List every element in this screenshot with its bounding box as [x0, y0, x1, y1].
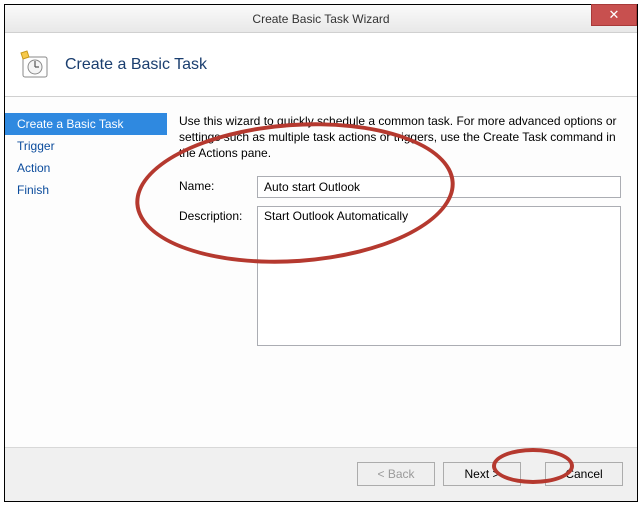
cancel-button[interactable]: Cancel	[545, 462, 623, 486]
wizard-steps-sidebar: Create a Basic Task Trigger Action Finis…	[5, 97, 167, 447]
wizard-icon	[19, 49, 51, 81]
step-label: Finish	[17, 183, 49, 197]
close-button[interactable]: ✕	[591, 4, 637, 26]
wizard-body: Create a Basic Task Trigger Action Finis…	[5, 97, 637, 447]
name-label: Name:	[179, 176, 257, 198]
window-title: Create Basic Task Wizard	[252, 12, 389, 26]
back-button[interactable]: < Back	[357, 462, 435, 486]
name-input[interactable]	[257, 176, 621, 198]
step-label: Trigger	[17, 139, 55, 153]
titlebar: Create Basic Task Wizard ✕	[5, 5, 637, 33]
description-label: Description:	[179, 206, 257, 346]
intro-text: Use this wizard to quickly schedule a co…	[179, 113, 621, 162]
step-action[interactable]: Action	[5, 157, 167, 179]
wizard-main: Use this wizard to quickly schedule a co…	[167, 97, 637, 447]
wizard-footer: < Back Next > Cancel	[5, 447, 637, 499]
next-button[interactable]: Next >	[443, 462, 521, 486]
step-trigger[interactable]: Trigger	[5, 135, 167, 157]
step-label: Create a Basic Task	[17, 117, 124, 131]
page-title: Create a Basic Task	[65, 56, 207, 74]
name-row: Name:	[179, 176, 621, 198]
step-finish[interactable]: Finish	[5, 179, 167, 201]
close-icon: ✕	[609, 7, 620, 22]
step-label: Action	[17, 161, 50, 175]
header: Create a Basic Task	[5, 33, 637, 97]
description-input[interactable]	[257, 206, 621, 346]
step-create-basic-task[interactable]: Create a Basic Task	[5, 113, 167, 135]
wizard-window: Create Basic Task Wizard ✕ Create a Basi…	[4, 4, 638, 502]
description-row: Description:	[179, 206, 621, 346]
